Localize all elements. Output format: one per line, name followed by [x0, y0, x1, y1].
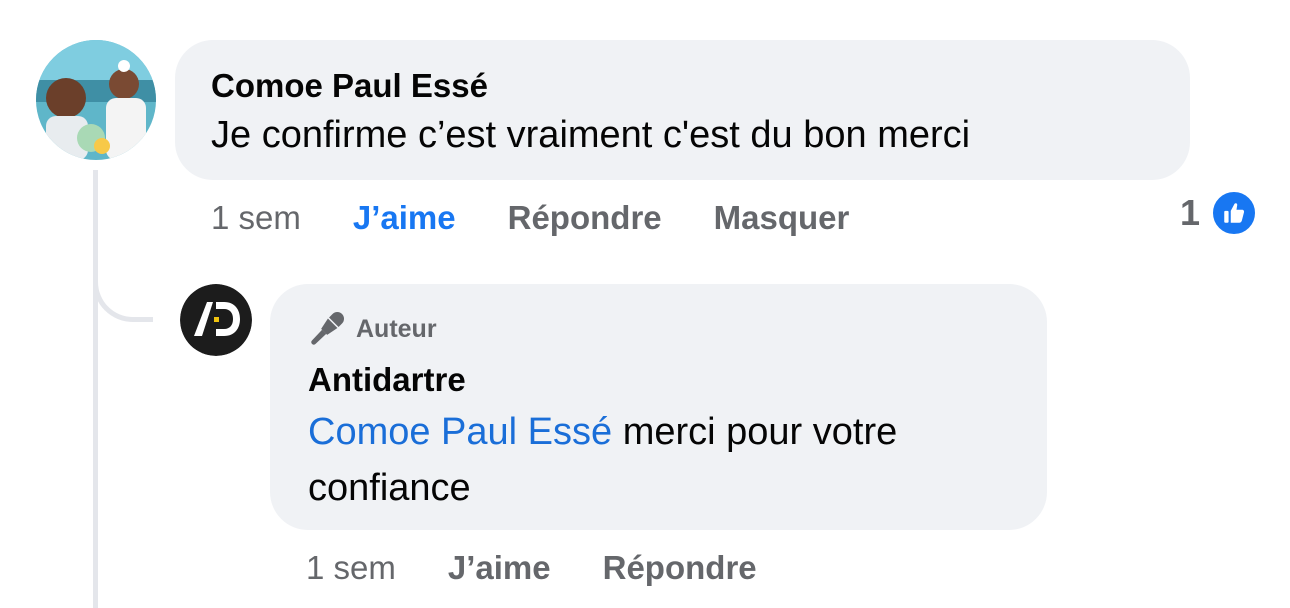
comment-text: Je confirme c’est vraiment c'est du bon … [211, 114, 971, 156]
reply-author[interactable]: Antidartre [308, 358, 1009, 402]
comment-actions: 1 sem J’aime Répondre Masquer [211, 196, 901, 240]
reply-bubble: Auteur Antidartre Comoe Paul Essé merci … [270, 284, 1047, 530]
comment-timestamp[interactable]: 1 sem [211, 199, 301, 237]
hide-button[interactable]: Masquer [714, 199, 850, 237]
mention-link[interactable]: Comoe Paul Essé [308, 411, 612, 453]
reply-timestamp[interactable]: 1 sem [306, 549, 396, 587]
comment-thread: Comoe Paul Essé Je confirme c’est vraime… [0, 0, 1290, 608]
commenter-avatar[interactable] [36, 40, 156, 160]
thread-connector-curve [93, 260, 153, 322]
reply-button[interactable]: Répondre [508, 199, 662, 237]
comment-bubble: Comoe Paul Essé Je confirme c’est vraime… [175, 40, 1190, 180]
reaction-summary[interactable]: 1 [1180, 188, 1259, 238]
microphone-icon [311, 311, 345, 345]
like-button[interactable]: J’aime [353, 199, 456, 237]
comment-author[interactable]: Comoe Paul Essé [211, 64, 1154, 108]
author-badge: Auteur [308, 310, 1009, 348]
thread-connector-line [93, 170, 98, 608]
author-badge-label: Auteur [356, 314, 437, 343]
reply-reply-button[interactable]: Répondre [603, 549, 757, 587]
page-avatar[interactable] [180, 284, 252, 356]
reply-text: Comoe Paul Essé merci pour votre confian… [308, 404, 1009, 516]
reaction-count: 1 [1180, 192, 1201, 233]
reply-actions: 1 sem J’aime Répondre [306, 546, 809, 590]
reply-like-button[interactable]: J’aime [448, 549, 551, 587]
like-icon [1210, 189, 1259, 237]
